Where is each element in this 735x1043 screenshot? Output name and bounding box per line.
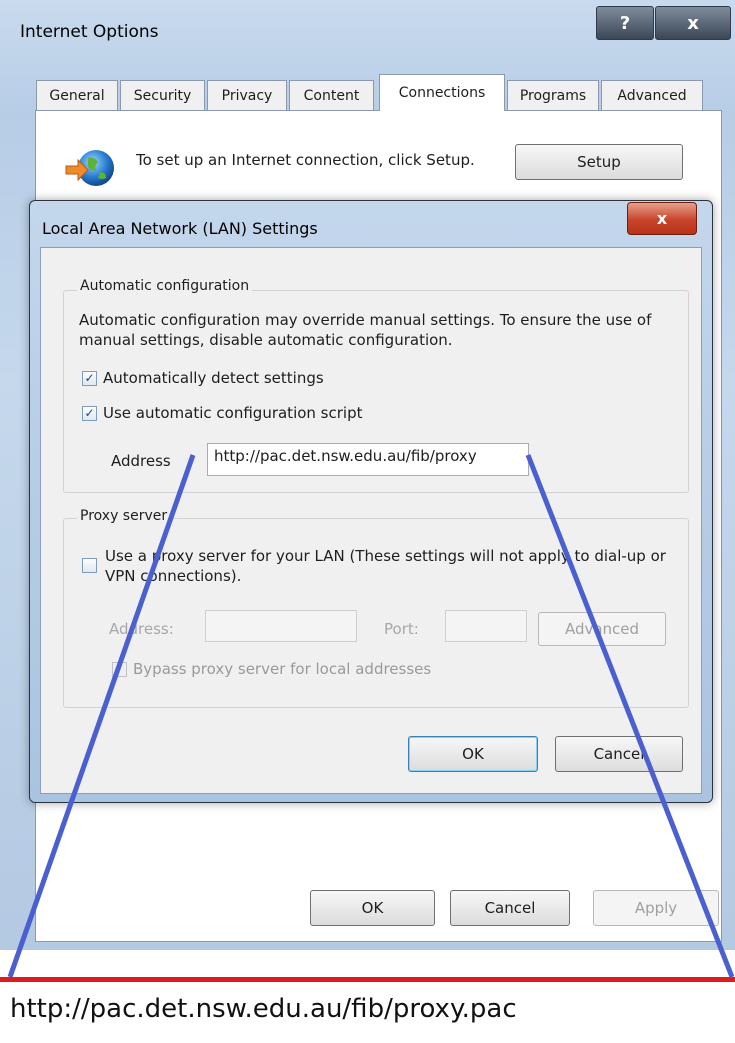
script-address-label: Address xyxy=(111,452,171,470)
detect-settings-row[interactable]: ✓ Automatically detect settings xyxy=(82,369,324,387)
bypass-proxy-checkbox[interactable] xyxy=(112,661,127,677)
dialog-cancel-button[interactable]: Cancel xyxy=(555,736,683,772)
outer-cancel-button[interactable]: Cancel xyxy=(450,890,570,926)
auto-script-row[interactable]: ✓ Use automatic configuration script xyxy=(82,404,362,422)
tab-connections[interactable]: Connections xyxy=(379,74,505,111)
globe-icon xyxy=(65,150,114,186)
window-title: Internet Options xyxy=(20,22,159,42)
proxy-port-input[interactable] xyxy=(445,610,527,642)
bypass-proxy-label: Bypass proxy server for local addresses xyxy=(133,660,432,678)
use-proxy-label: Use a proxy server for your LAN (These s… xyxy=(105,547,666,585)
proxy-advanced-button[interactable]: Advanced xyxy=(538,612,666,646)
proxy-address-input[interactable] xyxy=(205,610,357,642)
outer-ok-button[interactable]: OK xyxy=(310,890,435,926)
tab-content[interactable]: Content xyxy=(289,80,374,110)
proxy-server-legend: Proxy server xyxy=(77,508,171,524)
script-address-input[interactable]: http://pac.det.nsw.edu.au/fib/proxy xyxy=(207,443,529,476)
lan-settings-dialog: Local Area Network (LAN) Settings x Auto… xyxy=(29,200,713,803)
tab-advanced[interactable]: Advanced xyxy=(601,80,703,110)
setup-description: To set up an Internet connection, click … xyxy=(136,151,475,169)
setup-button[interactable]: Setup xyxy=(515,144,683,180)
automatic-configuration-description: Automatic configuration may override man… xyxy=(79,311,652,349)
tab-security[interactable]: Security xyxy=(120,80,205,110)
callout-url-text: http://pac.det.nsw.edu.au/fib/proxy.pac xyxy=(10,994,517,1024)
dialog-body: Automatic configuration Automatic config… xyxy=(40,247,702,794)
tab-privacy[interactable]: Privacy xyxy=(207,80,287,110)
auto-script-checkbox[interactable]: ✓ xyxy=(82,405,97,421)
close-window-button[interactable]: x xyxy=(655,6,731,40)
tab-general[interactable]: General xyxy=(36,80,118,110)
detect-settings-label: Automatically detect settings xyxy=(103,369,324,387)
bypass-proxy-row[interactable]: Bypass proxy server for local addresses xyxy=(112,660,431,678)
help-button[interactable]: ? xyxy=(596,6,654,40)
auto-script-label: Use automatic configuration script xyxy=(103,404,363,422)
proxy-address-label: Address: xyxy=(109,620,174,638)
tab-programs[interactable]: Programs xyxy=(507,80,599,110)
use-proxy-checkbox[interactable] xyxy=(82,558,97,573)
url-callout: http://pac.det.nsw.edu.au/fib/proxy.pac xyxy=(0,977,735,1043)
apply-button[interactable]: Apply xyxy=(593,890,719,926)
proxy-port-label: Port: xyxy=(384,620,419,638)
detect-settings-checkbox[interactable]: ✓ xyxy=(82,370,97,386)
automatic-configuration-legend: Automatic configuration xyxy=(77,278,253,294)
dialog-title: Local Area Network (LAN) Settings xyxy=(42,219,318,238)
dialog-ok-button[interactable]: OK xyxy=(408,736,538,772)
close-dialog-button[interactable]: x xyxy=(627,202,697,235)
